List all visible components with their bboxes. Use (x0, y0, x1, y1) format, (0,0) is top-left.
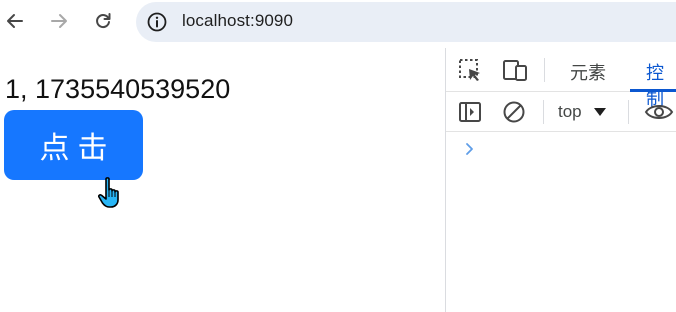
live-expression-button[interactable] (642, 98, 676, 126)
browser-toolbar: localhost:9090 (0, 0, 676, 48)
page-content: 1, 1735540539520 点击 (0, 48, 445, 312)
inspect-element-button[interactable] (456, 56, 484, 84)
dropdown-triangle-icon (593, 108, 606, 116)
arrow-right-icon (51, 14, 67, 28)
sidebar-toggle-icon (459, 102, 481, 122)
clear-console-button[interactable] (500, 98, 528, 126)
arrow-left-icon (7, 14, 23, 28)
back-button[interactable] (0, 6, 30, 36)
inspect-icon (459, 59, 480, 81)
console-prompt-chevron-icon[interactable] (464, 142, 476, 156)
block-icon (503, 101, 525, 123)
show-sidebar-button[interactable] (456, 98, 484, 126)
device-toolbar-button[interactable] (501, 56, 529, 84)
devtools-panel: 元素 控制 top (446, 48, 676, 312)
tab-elements[interactable]: 元素 (570, 59, 606, 85)
toolbar-separator (628, 100, 629, 124)
devtools-tab-bar: 元素 控制 (446, 48, 676, 109)
toolbar-separator (543, 100, 544, 124)
url-text: localhost:9090 (182, 11, 294, 30)
click-button[interactable]: 点击 (4, 110, 143, 180)
context-label: top (558, 102, 582, 121)
toolbar-separator (544, 58, 545, 82)
forward-button[interactable] (44, 6, 74, 36)
address-bar[interactable]: localhost:9090 (136, 2, 676, 42)
context-selector[interactable]: top (558, 102, 606, 122)
output-text: 1, 1735540539520 (5, 74, 231, 104)
console-toolbar: top (446, 92, 676, 132)
info-icon[interactable] (146, 11, 168, 33)
reload-button[interactable] (88, 6, 118, 36)
eye-icon (644, 105, 674, 119)
device-toggle-icon (503, 60, 527, 81)
reload-icon (96, 13, 111, 29)
hand-pointer-icon (98, 177, 119, 208)
